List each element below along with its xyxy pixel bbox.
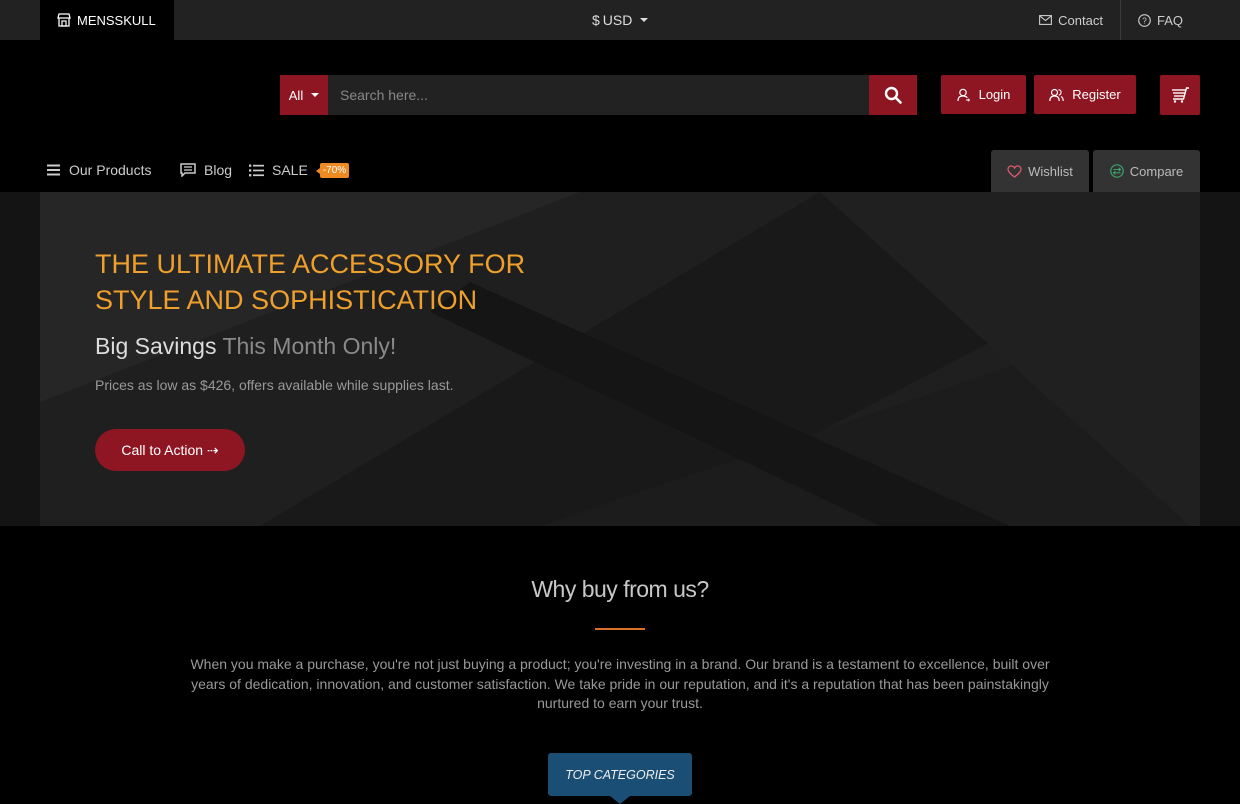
- users-icon: [1049, 88, 1065, 102]
- compare-icon: [1109, 164, 1124, 178]
- currency-selector[interactable]: $ USD: [592, 0, 649, 40]
- nav-blog[interactable]: Blog: [180, 150, 232, 190]
- login-label: Login: [978, 87, 1011, 102]
- login-button[interactable]: Login: [941, 75, 1026, 114]
- wishlist-button[interactable]: Wishlist: [991, 150, 1089, 192]
- faq-label: FAQ: [1156, 12, 1183, 28]
- why-buy-text: When you make a purchase, you're not jus…: [190, 656, 1050, 711]
- call-to-action-button[interactable]: Call to Action ⇢: [95, 429, 245, 471]
- svg-text:?: ?: [1142, 16, 1147, 25]
- hero-subtitle: Big Savings This Month Only!: [95, 333, 396, 360]
- chevron-down-icon: [311, 93, 320, 97]
- top-links: Contact ? FAQ: [1022, 0, 1200, 40]
- nav-our-products[interactable]: Our Products: [47, 150, 151, 190]
- search-category-label: All: [288, 87, 304, 103]
- search-input[interactable]: [328, 75, 869, 115]
- store-name: MENSSKULL: [77, 12, 156, 28]
- why-buy-title: Why buy from us?: [531, 576, 709, 602]
- compare-label: Compare: [1129, 163, 1184, 179]
- heart-icon: [1007, 164, 1022, 178]
- currency-symbol: $: [592, 12, 600, 28]
- hero-subtitle-main: Big Savings: [95, 333, 217, 359]
- cart-button[interactable]: [1160, 75, 1200, 115]
- hero-title: THE ULTIMATE ACCESSORY FOR STYLE AND SOP…: [95, 249, 526, 315]
- menu-icon: [47, 164, 61, 176]
- nav-sale[interactable]: SALE -70%: [249, 150, 350, 190]
- wishlist-label: Wishlist: [1028, 163, 1073, 179]
- register-button[interactable]: Register: [1034, 75, 1136, 114]
- nav-our-products-label: Our Products: [69, 162, 152, 178]
- register-label: Register: [1072, 87, 1121, 102]
- search-bar: All: [280, 75, 917, 115]
- top-bar: MENSSKULL $ USD Contact ? FAQ: [0, 0, 1240, 40]
- contact-label: Contact: [1058, 12, 1103, 28]
- title-divider: [595, 628, 645, 630]
- search-category-select[interactable]: All: [280, 75, 328, 115]
- compare-button[interactable]: Compare: [1093, 150, 1200, 192]
- nav-sale-label: SALE: [272, 162, 308, 178]
- mail-icon: [1039, 15, 1053, 25]
- blog-icon: [180, 163, 196, 177]
- hero-subtitle-muted: This Month Only!: [222, 333, 397, 359]
- user-icon: [956, 88, 971, 102]
- store-icon: [57, 13, 71, 27]
- contact-link[interactable]: Contact: [1022, 0, 1121, 40]
- question-icon: ?: [1138, 13, 1151, 27]
- hero-banner: THE ULTIMATE ACCESSORY FOR STYLE AND SOP…: [0, 192, 1240, 526]
- search-button[interactable]: [869, 75, 917, 115]
- search-icon: [884, 86, 902, 104]
- cart-icon: [1170, 86, 1190, 104]
- chevron-down-icon: [640, 18, 649, 22]
- list-icon: [249, 164, 264, 177]
- sale-badge: -70%: [315, 162, 350, 178]
- nav-blog-label: Blog: [204, 162, 233, 178]
- currency-code: USD: [602, 12, 633, 28]
- top-categories-tab[interactable]: TOP CATEGORIES: [548, 753, 692, 804]
- hero-description: Prices as low as $426, offers available …: [95, 377, 454, 393]
- store-tab[interactable]: MENSSKULL: [40, 0, 174, 40]
- faq-link[interactable]: ? FAQ: [1121, 0, 1200, 40]
